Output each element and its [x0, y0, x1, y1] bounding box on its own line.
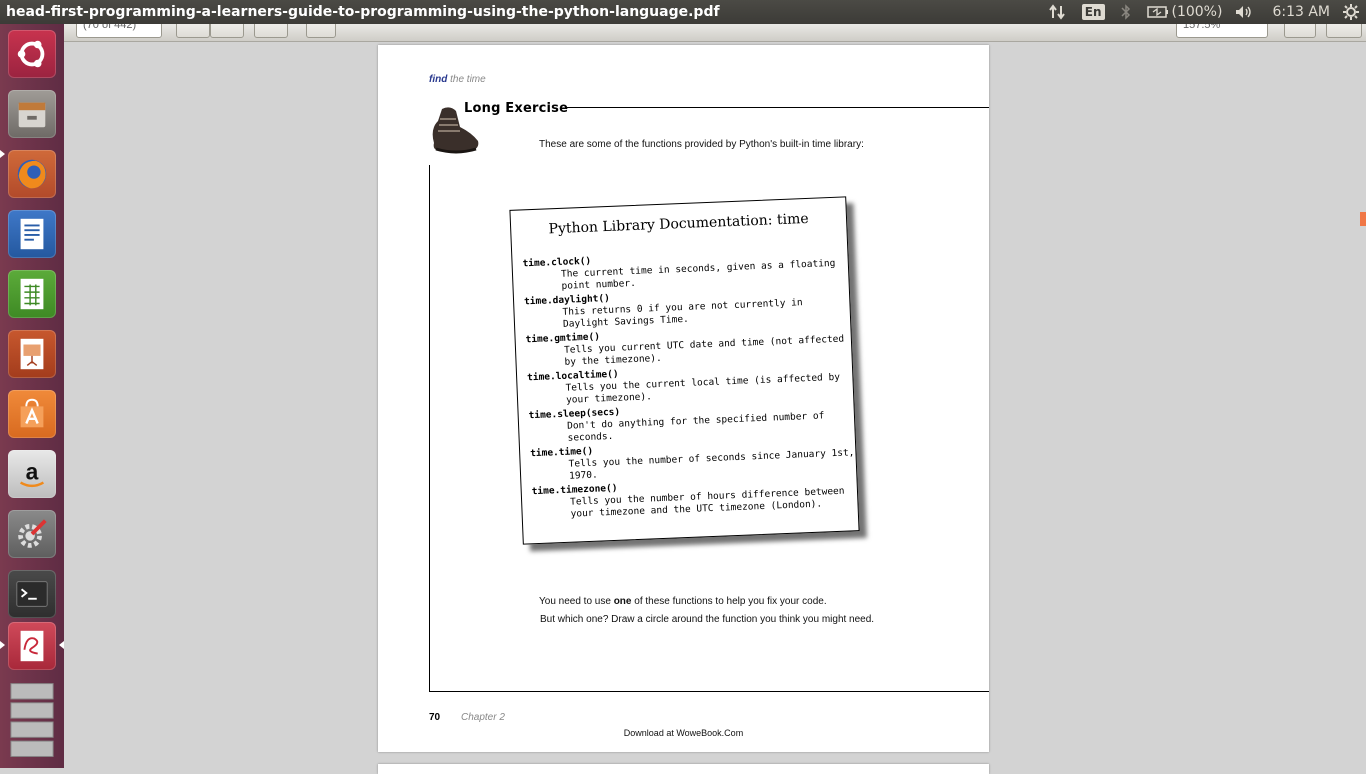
view-mode-button[interactable] [306, 24, 336, 38]
launcher: a [0, 24, 64, 768]
page-number-input[interactable]: (70 of 442) [76, 24, 162, 38]
keyboard-layout-label: En [1081, 4, 1105, 20]
top-panel: head-first-programming-a-learners-guide-… [0, 0, 1366, 24]
running-app-indicator [0, 641, 5, 649]
firefox-icon[interactable] [8, 150, 56, 198]
footer-text: Download at WoweBook.Com [623, 728, 744, 738]
amazon-icon[interactable]: a [8, 450, 56, 498]
battery-percent: (100%) [1171, 4, 1223, 20]
pdf-page: find the time Long Exercise These are so… [378, 45, 989, 752]
indicator-area: En (100%) 6:13 AM [1040, 0, 1366, 24]
intro-text: These are some of the functions provided… [539, 139, 864, 150]
fullscreen-button[interactable] [1284, 24, 1316, 38]
svg-text:a: a [26, 459, 39, 485]
clock[interactable]: 6:13 AM [1262, 0, 1340, 24]
running-app-indicator [0, 150, 5, 158]
next-pdf-page [378, 764, 989, 774]
task-instruction: You need to use one of these functions t… [539, 596, 827, 607]
battery-indicator[interactable]: (100%) [1139, 0, 1227, 24]
previous-page-button[interactable] [176, 24, 210, 38]
scroll-position-marker[interactable] [1360, 212, 1366, 226]
document-viewer-icon[interactable] [8, 622, 56, 670]
card-title: Python Library Documentation: time [548, 210, 809, 238]
network-icon[interactable] [1040, 0, 1074, 24]
task-question: But which one? Draw a circle around the … [540, 614, 875, 625]
ubuntu-logo-icon[interactable] [8, 30, 56, 78]
battery-icon [1146, 6, 1168, 18]
chapter-label: Chapter 2 [461, 712, 505, 723]
page-number: 70 [429, 712, 441, 723]
document-toolbar: (70 of 442) 157.5% [64, 24, 1366, 42]
title-rule [566, 107, 989, 108]
zoom-input[interactable]: 157.5% [1176, 24, 1268, 38]
section-tag: find the time [429, 74, 486, 85]
writer-document-icon[interactable] [8, 210, 56, 258]
impress-presentation-icon[interactable] [8, 330, 56, 378]
menu-button[interactable] [1326, 24, 1362, 38]
shopping-bag-icon[interactable] [8, 390, 56, 438]
file-cabinet-icon[interactable] [8, 90, 56, 138]
workspace-switcher-icon[interactable] [8, 678, 56, 764]
documentation-card: Python Library Documentation: time time.… [509, 196, 860, 545]
window-title: head-first-programming-a-learners-guide-… [6, 4, 720, 20]
keyboard-layout-indicator[interactable]: En [1074, 0, 1113, 24]
calc-spreadsheet-icon[interactable] [8, 270, 56, 318]
next-page-button[interactable] [210, 24, 244, 38]
settings-gear-icon[interactable] [1340, 0, 1366, 24]
wrench-gear-icon[interactable] [8, 510, 56, 558]
search-button[interactable] [254, 24, 288, 38]
bluetooth-icon[interactable] [1113, 0, 1139, 24]
exercise-title: Long Exercise [464, 101, 569, 116]
terminal-icon[interactable] [8, 570, 56, 618]
volume-icon[interactable] [1226, 0, 1262, 24]
